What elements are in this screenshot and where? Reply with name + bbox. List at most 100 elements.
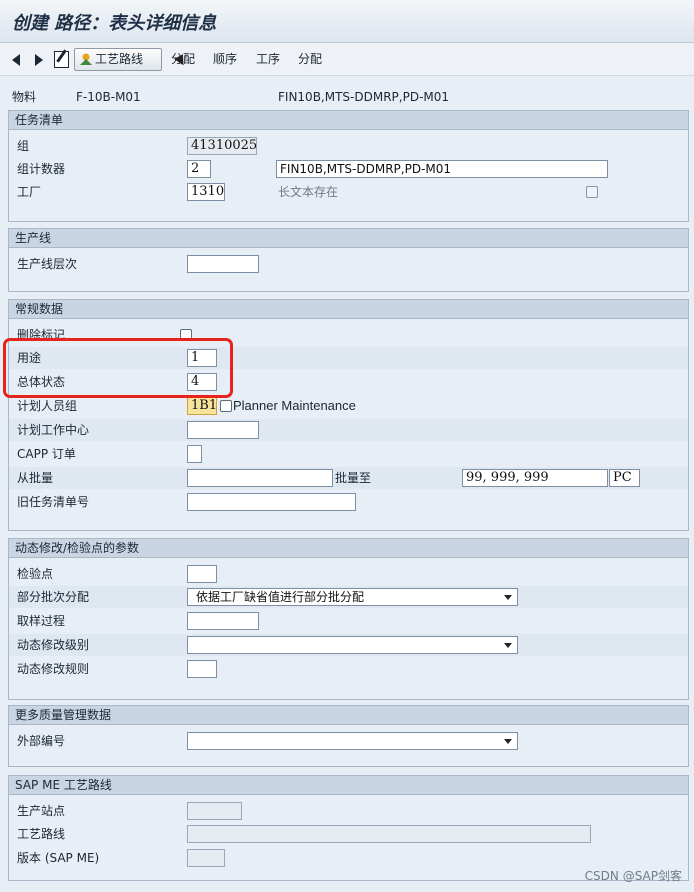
sampling-label: 取样过程 xyxy=(17,614,66,628)
toolbar-assign-2[interactable]: 分配 xyxy=(298,43,322,75)
from-lot-label: 从批量 xyxy=(17,471,54,485)
inspection-point-row: 检验点 xyxy=(9,563,688,585)
dyn-rule-label: 动态修改规则 xyxy=(17,662,90,676)
planner-group-field[interactable]: 1B1 xyxy=(187,397,217,415)
dyn-level-select[interactable] xyxy=(187,636,518,654)
sap-me-title: SAP ME 工艺路线 xyxy=(9,776,688,795)
me-routing-row: 工艺路线 xyxy=(9,823,688,845)
routing-icon xyxy=(80,53,92,65)
production-line-section: 生产线 生产线层次 xyxy=(8,228,689,292)
group-row: 组 41310025 xyxy=(9,135,688,157)
toolbar-operation[interactable]: 工序 xyxy=(256,43,280,75)
chevron-down-icon[interactable] xyxy=(504,739,512,744)
me-routing-label: 工艺路线 xyxy=(17,827,66,841)
lot-size-row: 从批量 批量至 99, 999, 999 PC xyxy=(9,467,688,489)
general-data-section: 常规数据 删除标记 用途 1 总体状态 4 计划人员组 1B1 Planner … xyxy=(8,299,689,531)
dyn-rule-field[interactable] xyxy=(187,660,217,678)
deletion-flag-checkbox[interactable] xyxy=(180,329,192,341)
external-number-row: 外部编号 xyxy=(9,730,688,752)
usage-label: 用途 xyxy=(17,351,42,365)
me-version-row: 版本 (SAP ME) xyxy=(9,847,688,869)
group-counter-row: 组计数器 2 FIN10B,MTS-DDMRP,PD-M01 xyxy=(9,158,688,180)
from-lot-field[interactable] xyxy=(187,469,333,487)
toolbar: 工艺路线 分配 顺序 工序 分配 xyxy=(0,43,694,76)
old-task-list-field[interactable] xyxy=(187,493,356,511)
deletion-flag-row: 删除标记 xyxy=(9,324,688,346)
dyn-level-row: 动态修改级别 xyxy=(9,634,688,656)
partial-lot-select[interactable]: 依据工厂缺省值进行部分批分配 xyxy=(187,588,518,606)
planner-group-row: 计划人员组 1B1 Planner Maintenance xyxy=(9,395,688,417)
long-text-label: 长文本存在 xyxy=(278,185,339,199)
general-data-title: 常规数据 xyxy=(9,300,688,319)
dyn-level-label: 动态修改级别 xyxy=(17,638,90,652)
overall-status-label: 总体状态 xyxy=(17,375,66,389)
plant-label: 工厂 xyxy=(17,185,42,199)
group-counter-field[interactable]: 2 xyxy=(187,160,211,178)
old-task-list-label: 旧任务清单号 xyxy=(17,495,90,509)
window-title: 创建 路径：表头详细信息 xyxy=(12,13,217,34)
sampling-field[interactable] xyxy=(187,612,259,630)
title-bar: 创建 路径：表头详细信息 xyxy=(0,0,694,43)
usage-row: 用途 1 xyxy=(9,347,688,369)
partial-lot-label: 部分批次分配 xyxy=(17,590,90,604)
routing-button[interactable]: 工艺路线 xyxy=(74,48,162,71)
sampling-row: 取样过程 xyxy=(9,610,688,632)
material-value: F-10B-M01 xyxy=(76,90,141,104)
work-center-row: 计划工作中心 xyxy=(9,419,688,441)
dynamic-modification-title: 动态修改/检验点的参数 xyxy=(9,539,688,558)
production-site-label: 生产站点 xyxy=(17,804,66,818)
usage-field[interactable]: 1 xyxy=(187,349,217,367)
work-center-label: 计划工作中心 xyxy=(17,423,90,437)
planner-group-text: Planner Maintenance xyxy=(233,398,356,413)
overall-status-field[interactable]: 4 xyxy=(187,373,217,391)
plant-row: 工厂 1310 长文本存在 xyxy=(9,181,688,203)
chevron-down-icon[interactable] xyxy=(504,595,512,600)
more-qm-section: 更多质量管理数据 外部编号 xyxy=(8,705,689,767)
old-task-list-row: 旧任务清单号 xyxy=(9,491,688,513)
dynamic-modification-section: 动态修改/检验点的参数 检验点 部分批次分配 依据工厂缺省值进行部分批分配 取样… xyxy=(8,538,689,700)
edit-icon[interactable] xyxy=(54,51,69,68)
me-version-label: 版本 (SAP ME) xyxy=(17,851,100,865)
toolbar-sequence[interactable]: 顺序 xyxy=(213,43,237,75)
line-hierarchy-label: 生产线层次 xyxy=(17,257,78,271)
back-arrow-icon[interactable] xyxy=(12,54,20,66)
capp-order-row: CAPP 订单 xyxy=(9,443,688,465)
chevron-down-icon[interactable] xyxy=(504,643,512,648)
task-list-description-field[interactable]: FIN10B,MTS-DDMRP,PD-M01 xyxy=(276,160,608,178)
partial-lot-row: 部分批次分配 依据工厂缺省值进行部分批分配 xyxy=(9,586,688,608)
to-lot-label: 批量至 xyxy=(335,471,372,485)
lot-unit-field[interactable]: PC xyxy=(609,469,640,487)
dyn-rule-row: 动态修改规则 xyxy=(9,658,688,680)
inspection-point-label: 检验点 xyxy=(17,567,54,581)
production-site-row: 生产站点 xyxy=(9,800,688,822)
planner-group-label: 计划人员组 xyxy=(17,399,78,413)
group-label: 组 xyxy=(17,139,30,153)
to-lot-field[interactable]: 99, 999, 999 xyxy=(462,469,608,487)
overall-status-row: 总体状态 4 xyxy=(9,371,688,393)
forward-arrow-icon[interactable] xyxy=(35,54,43,66)
partial-lot-value: 依据工厂缺省值进行部分批分配 xyxy=(196,590,365,604)
material-label: 物料 xyxy=(12,90,37,104)
group-field: 41310025 xyxy=(187,137,257,155)
line-hierarchy-row: 生产线层次 xyxy=(9,253,688,275)
planner-group-search-icon[interactable] xyxy=(220,400,232,412)
routing-button-label: 工艺路线 xyxy=(95,52,144,66)
plant-field[interactable]: 1310 xyxy=(187,183,225,201)
capp-order-field[interactable] xyxy=(187,445,202,463)
sap-me-section: SAP ME 工艺路线 生产站点 工艺路线 版本 (SAP ME) xyxy=(8,775,689,881)
material-description: FIN10B,MTS-DDMRP,PD-M01 xyxy=(278,90,450,104)
me-version-field xyxy=(187,849,225,867)
more-qm-title: 更多质量管理数据 xyxy=(9,706,688,725)
external-number-select[interactable] xyxy=(187,732,518,750)
task-list-section: 任务清单 组 41310025 组计数器 2 FIN10B,MTS-DDMRP,… xyxy=(8,110,689,222)
external-number-label: 外部编号 xyxy=(17,734,66,748)
watermark: CSDN @SAP剑客 xyxy=(584,869,682,883)
inspection-point-field[interactable] xyxy=(187,565,217,583)
group-counter-label: 组计数器 xyxy=(17,162,66,176)
work-center-field[interactable] xyxy=(187,421,259,439)
production-site-field xyxy=(187,802,242,820)
deletion-flag-label: 删除标记 xyxy=(17,328,66,342)
line-hierarchy-field[interactable] xyxy=(187,255,259,273)
task-list-title: 任务清单 xyxy=(9,111,688,130)
long-text-checkbox xyxy=(586,186,598,198)
